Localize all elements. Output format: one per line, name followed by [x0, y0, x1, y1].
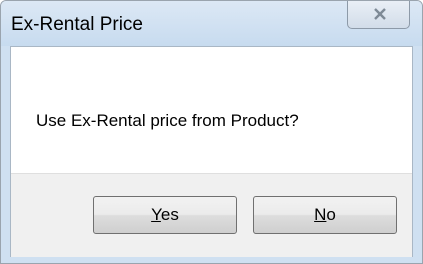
- dialog-content: Use Ex-Rental price from Product? Yes No: [10, 46, 413, 257]
- dialog-window: Ex-Rental Price Use Ex-Rental price from…: [0, 0, 423, 264]
- close-button[interactable]: [347, 1, 410, 29]
- no-button[interactable]: No: [253, 196, 397, 234]
- close-icon: [374, 8, 386, 20]
- no-button-mnemonic: N: [314, 205, 327, 224]
- yes-button[interactable]: Yes: [93, 196, 237, 234]
- yes-button-label: es: [160, 205, 179, 224]
- window-title: Ex-Rental Price: [11, 14, 143, 35]
- button-area: Yes No: [11, 173, 412, 257]
- title-bar[interactable]: Ex-Rental Price: [1, 1, 422, 46]
- yes-button-mnemonic: Y: [151, 205, 161, 224]
- dialog-message: Use Ex-Rental price from Product?: [36, 111, 299, 130]
- no-button-label: o: [326, 205, 336, 224]
